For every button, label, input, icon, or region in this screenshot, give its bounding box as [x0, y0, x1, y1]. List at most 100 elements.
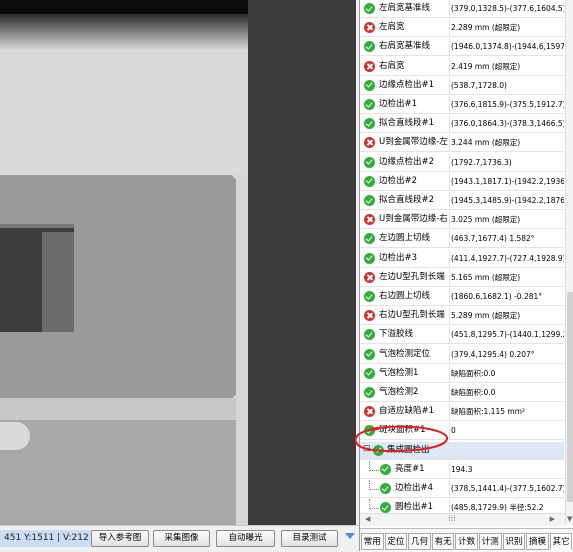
check-icon — [364, 195, 375, 206]
capture-image-button[interactable]: 采集图像 — [153, 530, 210, 547]
result-value: (379.4,1295.4) 0.207° — [451, 349, 535, 359]
result-name-cell: 亮度#1 — [360, 460, 450, 478]
result-row[interactable]: 边检出#1 (376.6,1815.9)-(375.5,1912.7) — [360, 96, 564, 114]
tab-1[interactable]: 定位 — [384, 533, 408, 550]
tab-7[interactable]: 摘模 — [526, 533, 549, 550]
chevron-down-icon[interactable] — [345, 533, 355, 539]
result-value: 缺陷面积:1.115 mm² — [451, 407, 525, 417]
result-name-cell: 左边圆上切线 — [360, 230, 450, 248]
check-icon — [364, 291, 375, 302]
result-name-cell: 右边U型孔到长端 — [360, 307, 450, 325]
scroll-right-icon[interactable]: ▶ — [550, 515, 555, 523]
check-icon — [380, 463, 391, 475]
result-row[interactable]: 左边圆上切线 (463.7,1677.4) 1.582° — [360, 230, 564, 249]
result-row[interactable]: 下溢胶线 (451.8,1295.7)-(1440.1,1299.2 — [360, 326, 564, 345]
result-row[interactable]: 左肩宽 2.289 mm (超限定) — [360, 19, 564, 38]
scrollbar-thumb[interactable] — [567, 292, 573, 502]
result-row[interactable]: 气泡检测1 缺陷面积:0.0 — [360, 364, 564, 383]
import-reference-button[interactable]: 导入参考图 — [91, 530, 149, 547]
result-value: (538.7,1728.0) — [451, 80, 507, 90]
result-row[interactable]: 自适应缺陷#1 缺陷面积:1.115 mm² — [360, 403, 564, 422]
error-icon — [364, 22, 375, 34]
result-row[interactable]: 拟合直线段#2 (1945.3,1485.9)-(1942.2,1876. — [360, 192, 564, 210]
result-row[interactable]: 右边U型孔到长端 5.289 mm (超限定) — [360, 307, 564, 326]
result-row[interactable]: 亮度#1 194.3 — [360, 460, 564, 479]
result-name: 右边U型孔到长端 — [379, 310, 445, 321]
result-value: (376.0,1864.3)-(378.3,1466.5) — [451, 119, 564, 129]
tape-highlight — [0, 224, 74, 228]
result-name-cell: 边缘点检出#1 — [360, 76, 450, 94]
result-row[interactable]: 右肩宽 2.419 mm (超限定) — [360, 57, 564, 76]
scroll-left-icon[interactable]: ◀ — [365, 515, 370, 523]
tool-tabs: 常用 定位 几何 有无 计数 计测 识别 摘模 其它 — [360, 528, 573, 552]
result-row[interactable]: 拟合直线段#1 (376.0,1864.3)-(378.3,1466.5) — [360, 115, 564, 134]
result-name-cell: 左肩宽基准线 — [360, 0, 450, 17]
result-row[interactable]: 右肩宽基准线 (1946.0,1374.8)-(1944.6,1597. — [360, 38, 564, 57]
result-value: 194.3 — [451, 464, 473, 474]
result-row[interactable]: 边检出#4 (378.5,1441.4)-(377.5,1602.7) — [360, 480, 564, 498]
result-row[interactable]: U到金属带边缘-右 3.025 mm (超限定) — [360, 211, 564, 230]
result-value: (379.0,1328.5)-(377.6,1604.5) — [451, 4, 564, 13]
result-row[interactable]: 气泡检测定位 (379.4,1295.4) 0.207° — [360, 345, 564, 364]
tab-6[interactable]: 识别 — [502, 533, 526, 550]
result-value: (463.7,1677.4) 1.582° — [451, 234, 535, 244]
result-name: 边检出#2 — [379, 175, 418, 186]
image-viewer[interactable] — [0, 0, 248, 525]
vertical-scrollbar[interactable]: ▼ — [565, 0, 573, 525]
result-name: 拟合直线段#1 — [379, 118, 435, 129]
dark-background — [248, 0, 356, 525]
result-name-cell: 拟合直线段#1 — [360, 115, 450, 133]
tab-4[interactable]: 计数 — [455, 533, 478, 550]
result-name-cell: U到金属带边缘-左 — [360, 134, 450, 152]
auto-exposure-button[interactable]: 自动曝光 — [216, 530, 275, 547]
result-name: 左边U型孔到长端 — [379, 271, 445, 282]
scroll-down-icon[interactable]: ▼ — [567, 515, 572, 523]
result-row[interactable]: 右边圆上切线 (1860.6,1682.1) -0.281° — [360, 288, 564, 306]
u-notch-opening — [0, 422, 16, 450]
cursor-coordinates: 451 Y:1511 | V:212 — [0, 530, 93, 547]
result-name-cell: 边检出#2 — [360, 172, 450, 190]
check-icon — [364, 367, 375, 379]
red-annotation-ellipse — [354, 425, 448, 453]
result-name-cell: 边缘点检出#2 — [360, 153, 450, 171]
check-icon — [364, 99, 375, 110]
tab-2[interactable]: 几何 — [408, 533, 431, 550]
part-slot — [0, 398, 248, 420]
check-icon — [364, 79, 375, 91]
tree-connector — [369, 460, 379, 471]
result-name: 右边圆上切线 — [379, 291, 431, 301]
result-name: 边检出#1 — [379, 99, 418, 109]
part-right-edge — [236, 175, 248, 525]
check-icon — [380, 483, 391, 494]
check-icon — [364, 329, 375, 341]
tab-5[interactable]: 计测 — [479, 533, 502, 550]
error-icon — [364, 271, 375, 283]
result-row[interactable]: 左边U型孔到长端 5.165 mm (超限定) — [360, 268, 564, 287]
check-icon — [364, 252, 375, 264]
result-row[interactable]: 左肩宽基准线 (379.0,1328.5)-(377.6,1604.5) — [360, 0, 564, 18]
result-row[interactable]: 气泡检测2 缺陷面积:0.0 — [360, 384, 564, 402]
tab-3[interactable]: 有无 — [431, 533, 455, 550]
result-name: 边检出#3 — [379, 252, 418, 263]
result-row[interactable]: U到金属带边缘-左 3.244 mm (超限定) — [360, 134, 564, 153]
result-row[interactable]: 边缘点检出#2 (1792.7,1736.3) — [360, 153, 564, 172]
tab-8[interactable]: 其它 — [549, 533, 573, 550]
check-icon — [380, 502, 391, 514]
result-row[interactable]: 边缘点检出#1 (538.7,1728.0) — [360, 76, 564, 95]
directory-test-button[interactable]: 目录测试 — [281, 530, 338, 547]
tab-0[interactable]: 常用 — [361, 533, 384, 550]
horizontal-scrollbar[interactable]: ◀ ⁞⁞⁞ ▶ — [360, 513, 565, 526]
result-name: U到金属带边缘-右 — [379, 214, 448, 225]
result-name-cell: 边检出#1 — [360, 96, 450, 113]
check-icon — [364, 156, 375, 168]
result-name: 边检出#4 — [395, 483, 434, 493]
result-value: 缺陷面积:0.0 — [451, 388, 496, 397]
result-name: 边缘点检出#1 — [379, 79, 435, 90]
result-row[interactable]: 边检出#3 (411.4,1927.7)-(727.4,1928.9) — [360, 249, 564, 268]
result-name: 下溢胶线 — [379, 329, 414, 340]
result-name-cell: 自适应缺陷#1 — [360, 403, 450, 421]
result-row[interactable]: 边检出#2 (1943.1,1817.1)-(1942.2,1936. — [360, 172, 564, 191]
status-toolbar: 451 Y:1511 | V:212 导入参考图 采集图像 自动曝光 目录测试 — [0, 525, 359, 552]
result-name-cell: 边检出#4 — [360, 480, 450, 497]
result-name: U到金属带边缘-左 — [379, 137, 448, 148]
